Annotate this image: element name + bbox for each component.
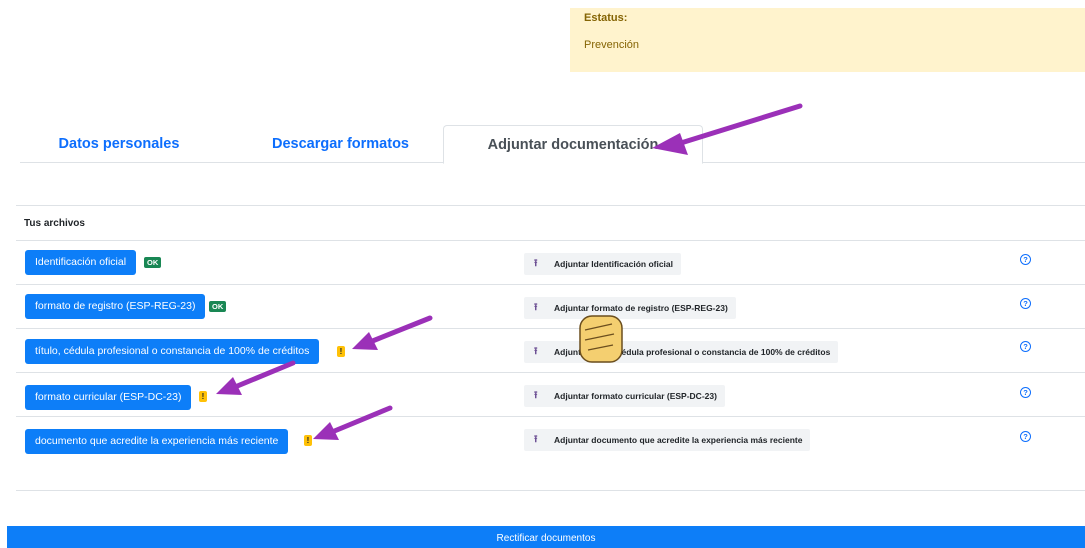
- attach-label: Adjuntar documento que acredite la exper…: [554, 435, 803, 445]
- question-circle-icon[interactable]: ?: [1020, 387, 1031, 398]
- status-value: Prevención: [584, 39, 640, 51]
- file-row: título, cédula profesional o constancia …: [16, 328, 1085, 372]
- warning-badge: !: [304, 435, 312, 446]
- warning-badge: !: [337, 346, 345, 357]
- attach-label: Adjuntar Identificación oficial: [554, 259, 674, 269]
- attach-label: Adjuntar formato de registro (ESP-REG-23…: [554, 303, 728, 313]
- document-button[interactable]: formato de registro (ESP-REG-23): [25, 294, 206, 319]
- question-circle-icon[interactable]: ?: [1020, 341, 1031, 352]
- attach-button[interactable]: ⭱ Adjuntar formato curricular (ESP-DC-23…: [524, 385, 725, 407]
- files-title: Tus archivos: [24, 218, 85, 229]
- tab-bar: Datos personales Descargar formatos Adju…: [20, 125, 1085, 164]
- upload-icon: ⭱: [534, 434, 538, 445]
- rectificar-documentos-button[interactable]: Rectificar documentos: [7, 526, 1085, 548]
- status-label: Estatus:: [584, 12, 628, 24]
- question-circle-icon[interactable]: ?: [1020, 254, 1031, 265]
- file-row: documento que acredite la experiencia má…: [16, 416, 1085, 460]
- document-button[interactable]: Identificación oficial: [25, 250, 137, 275]
- file-row: Identificación oficial OK ⭱ Adjuntar Ide…: [16, 240, 1085, 284]
- ok-badge: OK: [209, 301, 227, 312]
- upload-icon: ⭱: [534, 258, 538, 269]
- ok-badge: OK: [144, 257, 162, 268]
- upload-icon: ⭱: [534, 302, 538, 313]
- tab-datos-personales[interactable]: Datos personales: [20, 125, 218, 163]
- document-button[interactable]: formato curricular (ESP-DC-23): [25, 385, 192, 410]
- question-circle-icon[interactable]: ?: [1020, 298, 1031, 309]
- upload-icon: ⭱: [534, 346, 538, 357]
- attach-label: Adjuntar formato curricular (ESP-DC-23): [554, 391, 717, 401]
- attach-label: Adjuntar título, cédula profesional o co…: [554, 347, 831, 357]
- attach-button[interactable]: ⭱ Adjuntar documento que acredite la exp…: [524, 429, 811, 451]
- attach-button[interactable]: ⭱ Adjuntar formato de registro (ESP-REG-…: [524, 297, 736, 319]
- status-panel: Estatus: Prevención: [570, 8, 1085, 72]
- attach-button[interactable]: ⭱ Adjuntar Identificación oficial: [524, 253, 682, 275]
- tab-descargar-formatos[interactable]: Descargar formatos: [238, 125, 443, 163]
- document-button[interactable]: título, cédula profesional o constancia …: [25, 339, 320, 364]
- upload-icon: ⭱: [534, 390, 538, 401]
- question-circle-icon[interactable]: ?: [1020, 431, 1031, 442]
- tab-adjuntar-documentacion[interactable]: Adjuntar documentación: [443, 125, 703, 164]
- attach-button[interactable]: ⭱ Adjuntar título, cédula profesional o …: [524, 341, 839, 363]
- file-row: formato curricular (ESP-DC-23) ! ⭱ Adjun…: [16, 372, 1085, 416]
- file-row: formato de registro (ESP-REG-23) OK ⭱ Ad…: [16, 284, 1085, 328]
- files-panel: Tus archivos Identificación oficial OK ⭱…: [16, 205, 1085, 491]
- warning-badge: !: [199, 391, 207, 402]
- document-button[interactable]: documento que acredite la experiencia má…: [25, 429, 289, 454]
